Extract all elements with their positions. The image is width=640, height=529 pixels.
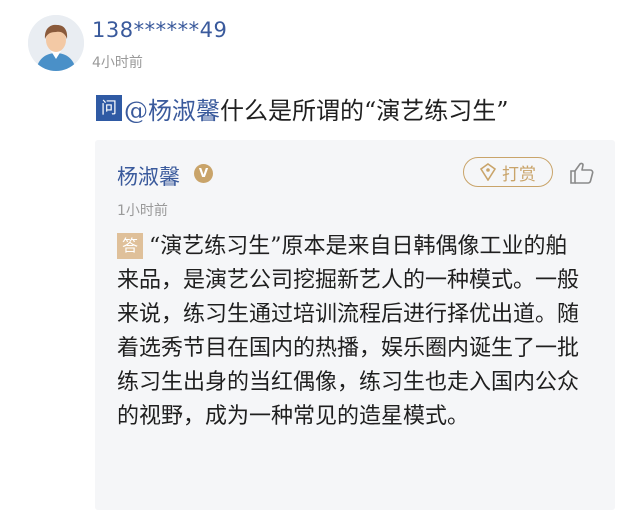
question-line: 问 @杨淑馨 什么是所谓的“演艺练习生” [96,91,620,126]
answer-card: 杨淑馨 V 打赏 1小时前 答 “演艺练习生”原本是来自日韩偶像工业的舶来品，是演… [95,140,615,510]
asker-timestamp: 4小时前 [92,55,143,71]
tip-button-label: 打赏 [502,164,536,185]
answer-timestamp: 1小时前 [117,203,168,219]
tip-button[interactable]: 打赏 [463,157,553,187]
asker-username[interactable]: 138******49 [92,18,227,42]
asker-avatar[interactable] [28,15,84,71]
thumbs-up-icon[interactable] [569,161,595,185]
verified-badge-icon: V [194,164,213,183]
answer-text: “演艺练习生”原本是来自日韩偶像工业的舶来品，是演艺公司挖掘新艺人的一种模式。一… [117,234,580,429]
answerer-name[interactable]: 杨淑馨 [117,161,180,191]
question-badge: 问 [96,95,122,121]
gem-icon [480,163,496,181]
avatar-icon [28,15,84,71]
question-mention-link[interactable]: @杨淑馨 [124,91,220,126]
question-text: 什么是所谓的“演艺练习生” [220,96,509,125]
answer-badge: 答 [117,233,143,259]
answer-text-block: 答 “演艺练习生”原本是来自日韩偶像工业的舶来品，是演艺公司挖掘新艺人的一种模式。… [117,230,587,434]
